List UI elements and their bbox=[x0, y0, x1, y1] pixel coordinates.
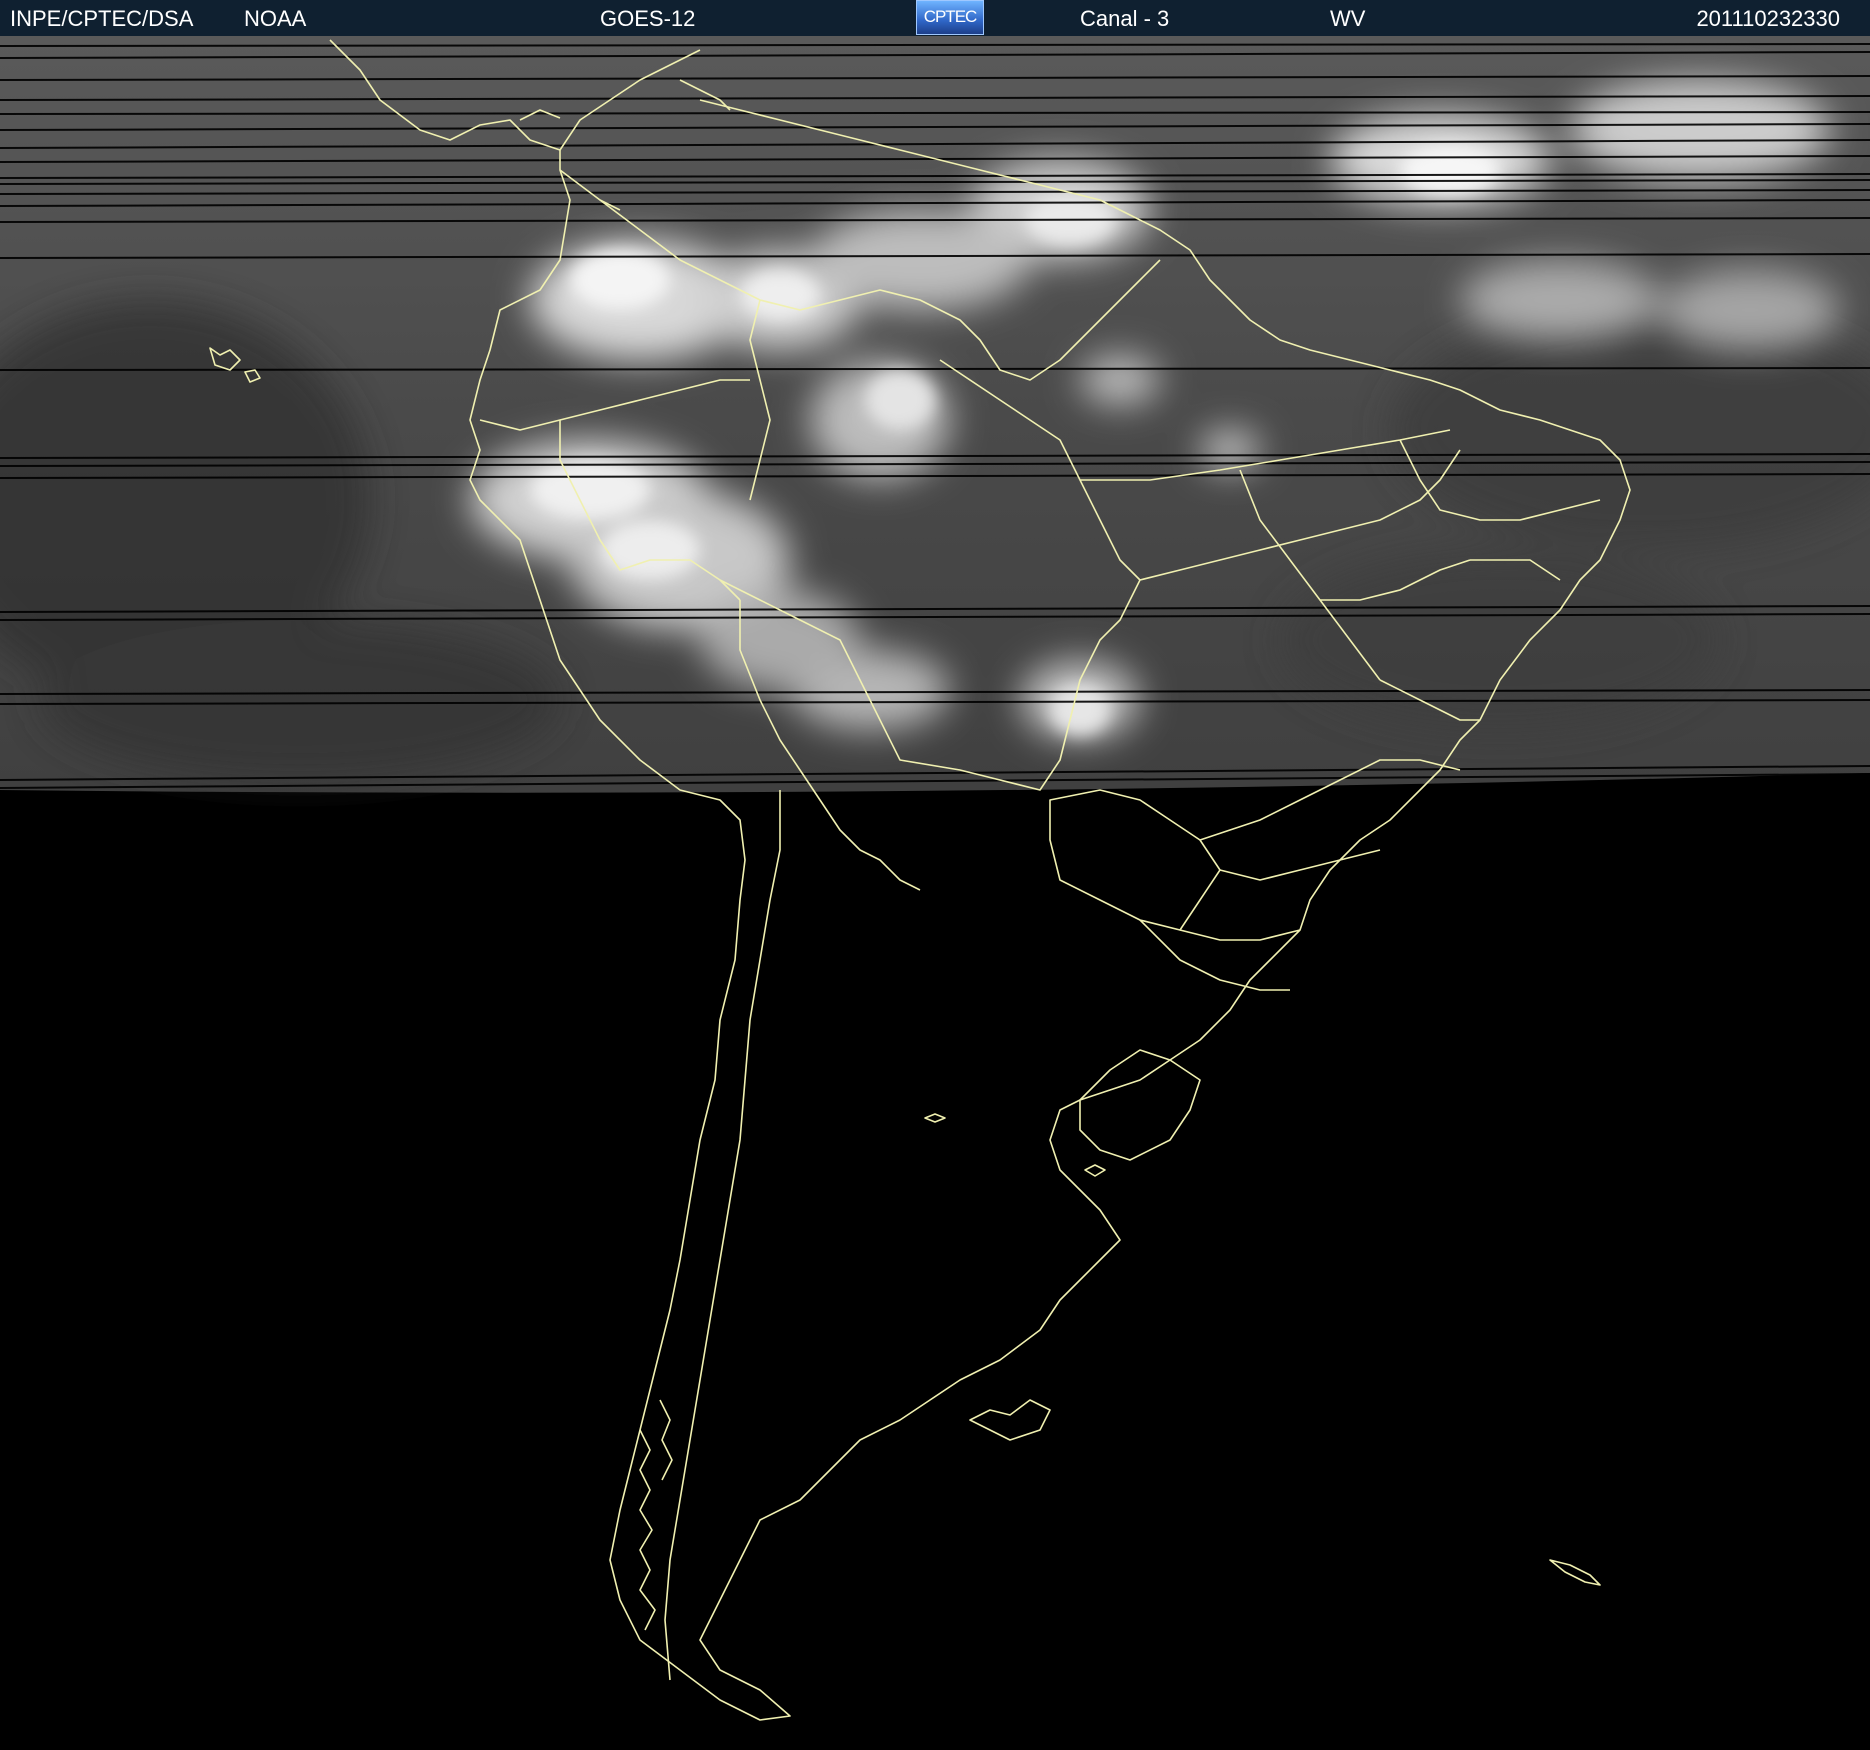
institution-label: INPE/CPTEC/DSA bbox=[10, 6, 194, 31]
satellite-map bbox=[0, 36, 1870, 1750]
logo-text: CPTEC bbox=[923, 7, 978, 26]
satellite-image bbox=[0, 36, 1870, 1721]
satellite-label: GOES-12 bbox=[600, 6, 696, 31]
cptec-logo: CPTEC bbox=[916, 0, 984, 35]
header-bar: INPE/CPTEC/DSA NOAA GOES-12 CPTEC Canal … bbox=[0, 0, 1870, 36]
timestamp-label: 201110232330 bbox=[1696, 6, 1840, 31]
agency-label: NOAA bbox=[244, 6, 307, 31]
channel-label: Canal - 3 bbox=[1080, 6, 1170, 31]
band-label: WV bbox=[1330, 6, 1366, 31]
